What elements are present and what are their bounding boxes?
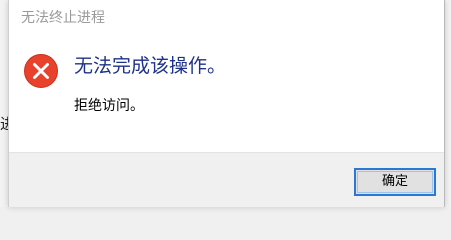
detail-message: 拒绝访问。: [74, 98, 144, 114]
dialog-titlebar[interactable]: 无法终止进程: [9, 0, 444, 36]
error-icon: [24, 54, 58, 88]
error-dialog: 无法终止进程 无法完成该操作。 拒绝访问。 确定: [8, 0, 445, 207]
main-instruction: 无法完成该操作。: [74, 55, 227, 77]
ok-button-label: 确定: [381, 174, 408, 189]
dialog-content: 无法完成该操作。 拒绝访问。: [9, 36, 444, 152]
dialog-title: 无法终止进程: [21, 10, 105, 26]
dialog-footer: 确定: [9, 152, 444, 207]
ok-button[interactable]: 确定: [354, 168, 436, 196]
